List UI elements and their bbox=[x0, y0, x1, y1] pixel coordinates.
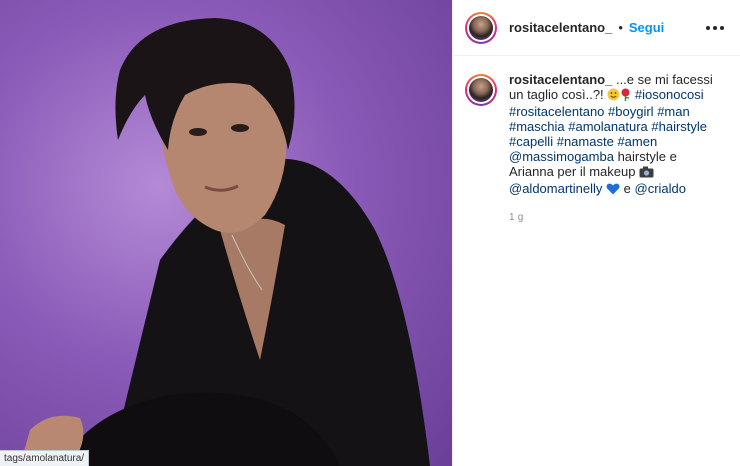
hashtag-link[interactable]: #rositacelentano bbox=[509, 104, 604, 119]
hashtag-link[interactable]: #maschia bbox=[509, 119, 565, 134]
hashtag-link[interactable]: #iosonocosi bbox=[635, 87, 704, 102]
avatar[interactable] bbox=[465, 11, 497, 44]
caption-text-3: e bbox=[623, 181, 631, 196]
hashtag-link[interactable]: #man bbox=[657, 104, 690, 119]
instagram-post: tags/amolanatura/ rositacelentano_ • Seg… bbox=[0, 0, 740, 466]
mention-link[interactable]: @massimogamba bbox=[509, 149, 614, 164]
hashtag-link[interactable]: #capelli bbox=[509, 134, 553, 149]
post-timestamp[interactable]: 1 g bbox=[509, 210, 719, 225]
caption-username[interactable]: rositacelentano_ bbox=[509, 72, 612, 87]
rose-emoji-icon bbox=[620, 88, 631, 104]
hashtag-link[interactable]: #boygirl bbox=[608, 104, 654, 119]
more-options-icon[interactable] bbox=[702, 22, 728, 34]
follow-button[interactable]: Segui bbox=[629, 20, 664, 35]
woman-portrait-illustration bbox=[20, 18, 430, 466]
blue-heart-emoji-icon bbox=[606, 183, 620, 198]
caption-comment: rositacelentano_ ...e se mi facessi un t… bbox=[453, 56, 740, 225]
hashtag-link[interactable]: #amen bbox=[617, 134, 657, 149]
post-photo[interactable]: tags/amolanatura/ bbox=[0, 0, 452, 466]
hashtag-link[interactable]: #hairstyle bbox=[651, 119, 707, 134]
camera-emoji-icon bbox=[639, 166, 654, 181]
mention-link[interactable]: @crialdo bbox=[635, 181, 687, 196]
browser-status-url: tags/amolanatura/ bbox=[0, 450, 90, 466]
hashtag-link[interactable]: #namaste bbox=[557, 134, 614, 149]
hashtag-link[interactable]: #amolanatura bbox=[568, 119, 648, 134]
separator-dot: • bbox=[618, 20, 623, 35]
mention-link[interactable]: @aldomartinelly bbox=[509, 181, 602, 196]
caption-avatar[interactable] bbox=[465, 74, 497, 106]
post-header: rositacelentano_ • Segui bbox=[453, 0, 740, 56]
post-sidebar: rositacelentano_ • Segui rositacelentano… bbox=[452, 0, 740, 466]
smiling-face-emoji-icon bbox=[607, 88, 620, 104]
caption-body: rositacelentano_ ...e se mi facessi un t… bbox=[509, 72, 719, 225]
header-username[interactable]: rositacelentano_ bbox=[509, 20, 612, 35]
